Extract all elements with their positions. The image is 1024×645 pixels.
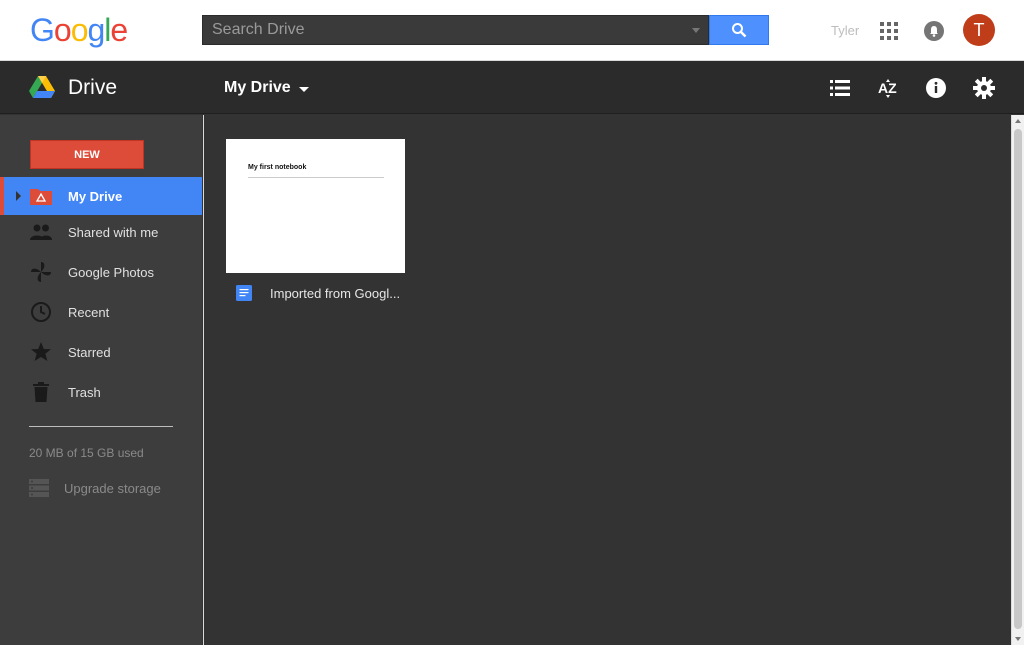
sidebar-item-trash[interactable]: Trash bbox=[0, 373, 202, 411]
scroll-thumb[interactable] bbox=[1014, 129, 1022, 629]
breadcrumb-label: My Drive bbox=[224, 79, 291, 96]
sidebar-item-shared-with-me[interactable]: Shared with me bbox=[0, 213, 202, 251]
sidebar-item-label: Google Photos bbox=[68, 264, 155, 280]
sidebar-item-google-photos[interactable]: Google Photos bbox=[0, 253, 202, 291]
preview-title: My first notebook bbox=[248, 164, 307, 171]
breadcrumb[interactable]: My Drive bbox=[224, 79, 309, 97]
sidebar-item-my-drive[interactable]: My Drive bbox=[0, 177, 202, 215]
list-view-icon[interactable] bbox=[828, 76, 852, 100]
apps-grid-icon[interactable] bbox=[880, 22, 898, 40]
document-icon bbox=[236, 285, 252, 301]
expand-arrow-icon[interactable] bbox=[16, 191, 21, 201]
people-icon bbox=[29, 220, 53, 244]
sidebar-item-label: Starred bbox=[68, 344, 111, 360]
upgrade-storage-link[interactable]: Upgrade storage bbox=[29, 479, 161, 497]
search-input[interactable] bbox=[203, 16, 708, 44]
search-options-caret-icon[interactable] bbox=[692, 28, 700, 33]
sidebar: NEW My Drive Shared with me Google Photo… bbox=[0, 115, 202, 645]
settings-gear-icon[interactable] bbox=[972, 76, 996, 100]
preview-divider bbox=[248, 177, 384, 178]
app-title[interactable]: Drive bbox=[68, 76, 117, 100]
pinwheel-icon bbox=[29, 260, 53, 284]
my-drive-icon bbox=[29, 184, 53, 208]
sidebar-item-label: Recent bbox=[68, 304, 110, 320]
clock-icon bbox=[29, 300, 53, 324]
google-logo[interactable]: Google bbox=[30, 12, 128, 49]
file-grid: My first notebook Imported from Googl... bbox=[203, 115, 1011, 645]
logo-letter: e bbox=[110, 12, 128, 48]
chevron-down-icon bbox=[298, 86, 309, 92]
top-bar: Google Tyler T bbox=[0, 0, 1024, 61]
drive-header: Drive My Drive AZ bbox=[0, 61, 1024, 114]
scroll-up-arrow-icon[interactable] bbox=[1015, 119, 1021, 123]
file-name-row[interactable]: Imported from Googl... bbox=[236, 285, 400, 301]
user-name[interactable]: Tyler bbox=[831, 23, 859, 38]
storage-icon bbox=[29, 479, 49, 497]
avatar[interactable]: T bbox=[963, 14, 995, 46]
trash-icon bbox=[29, 380, 53, 404]
logo-letter: o bbox=[53, 12, 72, 48]
search-button[interactable] bbox=[709, 15, 769, 45]
search-box bbox=[202, 15, 709, 45]
logo-letter: o bbox=[70, 12, 89, 48]
svg-text:AZ: AZ bbox=[878, 80, 897, 96]
vertical-scrollbar[interactable] bbox=[1011, 115, 1024, 645]
file-name: Imported from Googl... bbox=[270, 285, 401, 301]
sort-az-icon[interactable]: AZ bbox=[876, 76, 900, 100]
new-button[interactable]: NEW bbox=[30, 140, 144, 169]
sidebar-item-label: My Drive bbox=[68, 188, 123, 204]
active-indicator bbox=[0, 177, 4, 215]
file-thumbnail[interactable]: My first notebook bbox=[226, 139, 405, 273]
sidebar-item-starred[interactable]: Starred bbox=[0, 333, 202, 371]
sidebar-divider bbox=[29, 426, 173, 427]
scroll-down-arrow-icon[interactable] bbox=[1015, 637, 1021, 641]
sidebar-item-label: Shared with me bbox=[68, 224, 159, 240]
notifications-bell-icon[interactable] bbox=[924, 21, 944, 41]
info-icon[interactable] bbox=[924, 76, 948, 100]
storage-usage-text: 20 MB of 15 GB used bbox=[29, 446, 144, 460]
upgrade-storage-label: Upgrade storage bbox=[64, 480, 161, 496]
logo-letter: G bbox=[30, 12, 55, 48]
drive-logo-icon[interactable] bbox=[29, 76, 55, 100]
sidebar-item-recent[interactable]: Recent bbox=[0, 293, 202, 331]
star-icon bbox=[29, 340, 53, 364]
logo-letter: g bbox=[87, 12, 105, 48]
search-icon bbox=[732, 23, 747, 38]
sidebar-item-label: Trash bbox=[68, 384, 101, 400]
